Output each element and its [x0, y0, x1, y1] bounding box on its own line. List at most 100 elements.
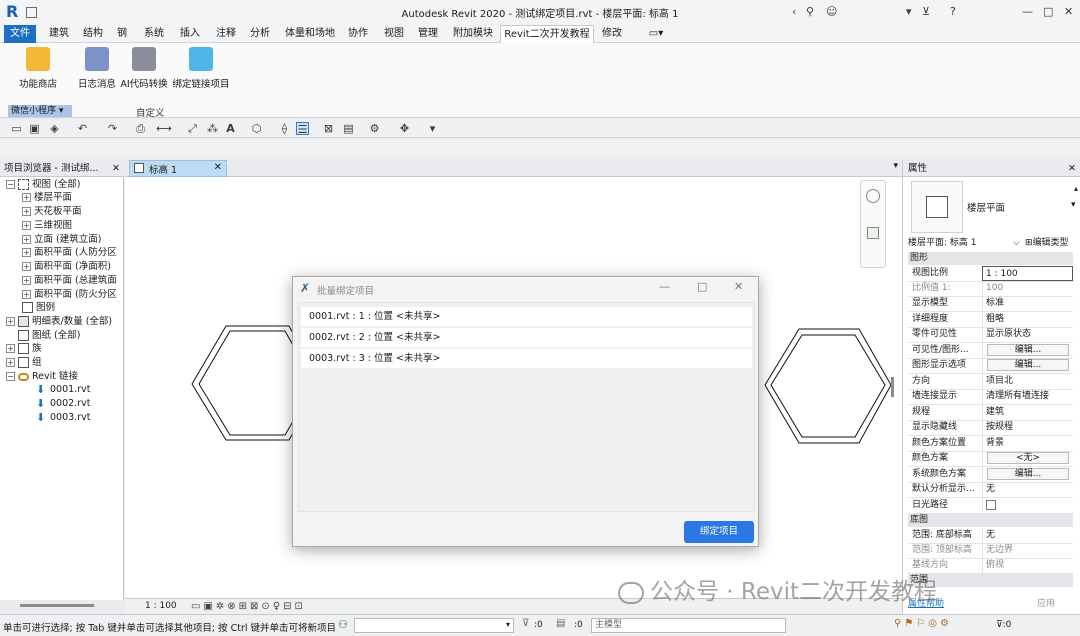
properties-close-icon[interactable]: ✕: [1068, 160, 1076, 177]
ai-code-button[interactable]: AI代码转换: [118, 47, 170, 90]
tree-item[interactable]: − Revit 链接: [6, 370, 78, 383]
minimize-icon[interactable]: —: [1022, 5, 1033, 18]
workset-icon[interactable]: ⚇: [338, 618, 348, 631]
tree-item[interactable]: + 面积平面 (总建筑面: [22, 274, 117, 287]
save-icon[interactable]: ▣: [28, 122, 41, 135]
prop-row[interactable]: 显示模型 标准: [908, 296, 1073, 312]
tree-item[interactable]: + 天花板平面: [22, 205, 82, 218]
sync-icon[interactable]: ◈: [48, 122, 61, 135]
thin-lines-icon[interactable]: ☰: [296, 122, 309, 136]
prop-row[interactable]: 视图比例 1 : 100: [908, 266, 1073, 282]
tag-icon[interactable]: ⁂: [206, 122, 219, 135]
expand-icon[interactable]: +: [22, 262, 31, 271]
expand-icon[interactable]: +: [22, 221, 31, 230]
browser-close-icon[interactable]: ✕: [112, 160, 120, 177]
view-controls-icons[interactable]: ▭▣✲⊗⊞⊠⊙♀⊟⊡: [191, 601, 306, 612]
expand-icon[interactable]: +: [6, 358, 15, 367]
workset-combo[interactable]: ▾: [354, 618, 514, 633]
redo-icon[interactable]: ↷: [106, 122, 119, 135]
tree-item[interactable]: ⬇ 0002.rvt: [36, 397, 90, 410]
close-icon[interactable]: ✕: [1064, 5, 1073, 18]
tab-analyze[interactable]: 分析: [246, 25, 274, 43]
tab-close-icon[interactable]: ✕: [214, 162, 222, 173]
properties-scroll-icon[interactable]: ▴: [1074, 184, 1079, 194]
tab-manage[interactable]: 管理: [414, 25, 442, 43]
switch-windows-icon[interactable]: ▤: [342, 122, 355, 135]
prop-value[interactable]: 无: [982, 528, 1073, 543]
prop-row[interactable]: 详细程度 粗略: [908, 312, 1073, 328]
prop-row[interactable]: 零件可见性 显示原状态: [908, 327, 1073, 343]
prop-row[interactable]: 墙连接显示 清理所有墙连接: [908, 389, 1073, 405]
prop-row[interactable]: 比例值 1: 100: [908, 281, 1073, 297]
color-scheme-button[interactable]: <无>: [987, 452, 1069, 464]
prop-row[interactable]: 日光路径: [908, 498, 1073, 514]
expand-icon[interactable]: +: [6, 344, 15, 353]
prop-row[interactable]: 默认分析显示... 无: [908, 482, 1073, 498]
tree-item[interactable]: + 立面 (建筑立面): [22, 233, 101, 246]
expand-icon[interactable]: +: [22, 207, 31, 216]
tab-architecture[interactable]: 建筑: [46, 25, 72, 43]
cart-icon[interactable]: ⊻: [922, 5, 930, 18]
tab-steel[interactable]: 钢: [114, 25, 130, 43]
expand-icon[interactable]: +: [22, 248, 31, 257]
tree-item[interactable]: + 明细表/数量 (全部): [6, 315, 112, 328]
help-icon[interactable]: ?: [950, 5, 956, 18]
steering-wheel-icon[interactable]: [866, 189, 880, 203]
tab-modify[interactable]: 修改: [598, 25, 626, 43]
tab-file[interactable]: 文件: [4, 25, 36, 43]
tab-view[interactable]: 视图: [380, 25, 408, 43]
tab-systems[interactable]: 系统: [140, 25, 168, 43]
edit-type-button[interactable]: ⊞编辑类型: [1025, 236, 1069, 251]
tab-massing-site[interactable]: 体量和场地: [282, 25, 338, 43]
close-hidden-icon[interactable]: ⊠: [322, 122, 335, 135]
collapse-icon[interactable]: −: [6, 372, 15, 381]
tab-collaborate[interactable]: 协作: [344, 25, 372, 43]
prop-value[interactable]: 按规程: [982, 420, 1073, 435]
edit-vg-button[interactable]: 编辑...: [987, 344, 1069, 356]
prop-row[interactable]: 可见性/图形... 编辑...: [908, 343, 1073, 359]
print-icon[interactable]: ⎙: [134, 122, 147, 135]
user-icon[interactable]: ☺: [826, 5, 837, 18]
prop-row[interactable]: 系统颜色方案 编辑...: [908, 467, 1073, 483]
prop-value[interactable]: 1 : 100: [982, 266, 1073, 281]
type-selector[interactable]: 楼层平面 ▾: [907, 179, 1077, 237]
open-icon[interactable]: ▭: [10, 122, 23, 135]
instance-dropdown-icon[interactable]: ⌵: [1013, 236, 1020, 251]
type-dropdown-icon[interactable]: ▾: [1071, 200, 1076, 210]
panel-dropdown[interactable]: 微信小程序 ▾: [8, 105, 72, 117]
maximize-icon[interactable]: □: [1043, 5, 1053, 18]
tree-item[interactable]: + 面积平面 (防火分区: [22, 288, 117, 301]
search-arrow-icon[interactable]: ‹: [792, 5, 796, 18]
tab-insert[interactable]: 插入: [176, 25, 204, 43]
list-item[interactable]: 0001.rvt : 1 : 位置 <未共享>: [301, 307, 752, 326]
design-option-combo[interactable]: 主模型: [591, 618, 786, 633]
section-graphics[interactable]: 图形: [908, 252, 1073, 265]
sun-path-checkbox[interactable]: [986, 500, 996, 510]
prop-row[interactable]: 范围: 底部标高无: [908, 528, 1073, 544]
bind-projects-button[interactable]: 绑定项目: [684, 521, 754, 543]
tab-structure[interactable]: 结构: [80, 25, 106, 43]
prop-row[interactable]: 方向 项目北: [908, 374, 1073, 390]
hexagon-right[interactable]: [764, 328, 892, 444]
prop-value[interactable]: 无: [982, 482, 1073, 497]
expand-icon[interactable]: +: [22, 290, 31, 299]
tab-list-icon[interactable]: ▾: [893, 161, 898, 171]
customize-icon[interactable]: ▾: [426, 122, 439, 135]
tree-item[interactable]: + 组: [6, 356, 42, 369]
tab-level-1[interactable]: 标高 1 ✕: [129, 160, 227, 177]
prop-row[interactable]: 图形显示选项 编辑...: [908, 358, 1073, 374]
dialog-close-icon[interactable]: ✕: [734, 280, 743, 293]
tree-item[interactable]: 图纸 (全部): [6, 329, 80, 342]
prop-row[interactable]: 显示隐藏线 按规程: [908, 420, 1073, 436]
zoom-icon[interactable]: [867, 227, 879, 239]
expand-icon[interactable]: +: [22, 193, 31, 202]
prop-value[interactable]: 项目北: [982, 374, 1073, 389]
prop-value[interactable]: 显示原状态: [982, 327, 1073, 342]
dialog-maximize-icon[interactable]: □: [697, 280, 707, 293]
revit-logo-icon[interactable]: R: [6, 3, 20, 21]
prop-value[interactable]: 粗略: [982, 312, 1073, 327]
measure-icon[interactable]: ⟷: [156, 122, 172, 135]
tree-item[interactable]: + 三维视图: [22, 219, 72, 232]
section-underlay[interactable]: 底图: [908, 514, 1073, 527]
expand-icon[interactable]: +: [22, 276, 31, 285]
